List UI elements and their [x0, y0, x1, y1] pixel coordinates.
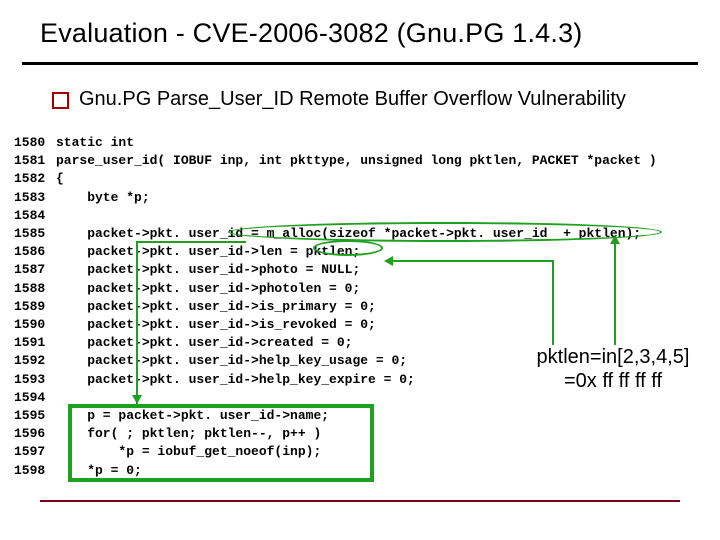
highlight-rect-loop — [68, 404, 374, 482]
bullet-item: Gnu.PG Parse_User_ID Remote Buffer Overf… — [52, 88, 626, 111]
slide-title: Evaluation - CVE-2006-3082 (Gnu.PG 1.4.3… — [40, 18, 583, 49]
arrow-line-2v — [552, 262, 554, 345]
arrow-line-3h — [136, 241, 246, 243]
highlight-oval-pktlen-len — [313, 240, 383, 256]
footer-rule — [40, 500, 680, 502]
annotation-text: pktlen=in[2,3,4,5] =0x ff ff ff ff — [523, 345, 703, 393]
bullet-marker-icon — [52, 92, 69, 109]
annotation-line2: =0x ff ff ff ff — [523, 369, 703, 393]
arrowhead-2 — [384, 256, 393, 266]
arrowhead-1 — [610, 235, 620, 244]
highlight-oval-malloc — [228, 222, 662, 242]
arrow-line-2h — [392, 260, 554, 262]
arrowhead-3 — [132, 395, 142, 404]
bullet-text: Gnu.PG Parse_User_ID Remote Buffer Overf… — [79, 88, 626, 111]
slide: Evaluation - CVE-2006-3082 (Gnu.PG 1.4.3… — [0, 0, 720, 540]
annotation-line1: pktlen=in[2,3,4,5] — [523, 345, 703, 369]
arrow-line-3v — [136, 243, 138, 404]
title-underline — [22, 62, 698, 65]
arrow-line-1 — [614, 243, 616, 345]
